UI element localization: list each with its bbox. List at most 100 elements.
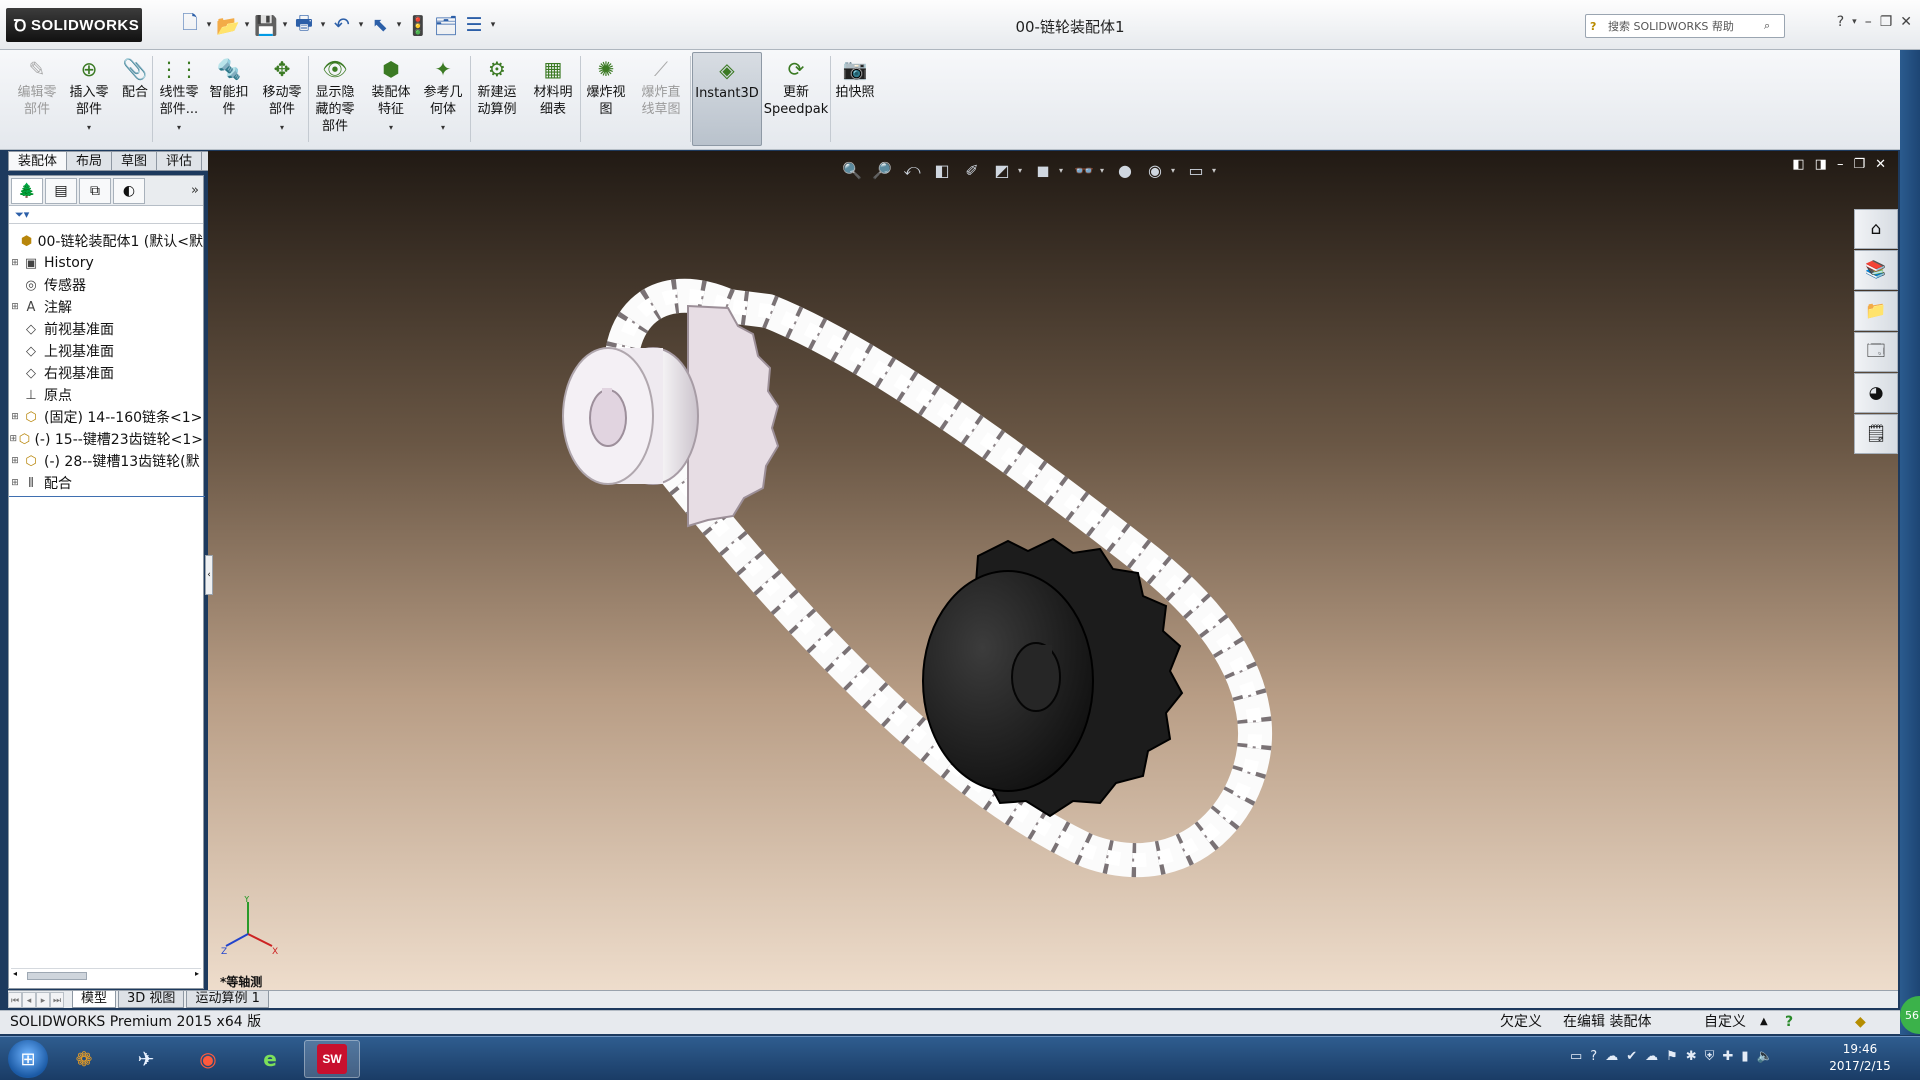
tray-icon[interactable]: ☁ — [1605, 1049, 1618, 1064]
tray-icon[interactable]: ⚑ — [1666, 1049, 1678, 1064]
viewport-close-icon[interactable]: ✕ — [1875, 157, 1886, 172]
expand-icon[interactable]: ⊞ — [9, 258, 21, 268]
panel-splitter[interactable]: ‹ — [205, 555, 213, 595]
chevron-down-icon[interactable]: ▾ — [280, 119, 284, 136]
display-manager-tab-icon[interactable]: ◐ — [113, 177, 145, 204]
tab-0[interactable]: 装配体 — [8, 151, 68, 171]
tray-icon[interactable]: ✱ — [1686, 1049, 1697, 1064]
first-tab-icon[interactable]: ⏮ — [8, 991, 22, 1008]
chevron-down-icon[interactable]: ▾ — [1212, 166, 1221, 175]
zoom-to-fit-icon[interactable]: 🔍 — [838, 157, 866, 183]
feature-tree-tab-icon[interactable]: 🌲 — [11, 177, 43, 204]
previous-view-icon[interactable]: ⤺ — [898, 157, 926, 183]
dynamic-annotation-icon[interactable]: ✐ — [958, 157, 986, 183]
expand-icon[interactable]: ⊞ — [9, 412, 21, 422]
file-explorer-icon[interactable]: 📁 — [1854, 291, 1898, 331]
configuration-manager-tab-icon[interactable]: ⧉ — [79, 177, 111, 204]
exploded-view-button[interactable]: ✺ 爆炸视 图 — [582, 52, 630, 146]
display-style-icon[interactable]: ◼ — [1029, 157, 1057, 183]
feature-tree-scrollbar[interactable]: ◂ ▸ — [11, 968, 201, 982]
undo-icon[interactable]: ↶ — [328, 11, 356, 39]
close-icon[interactable]: ✕ — [1900, 14, 1912, 30]
quick-tips-icon[interactable]: ? — [1785, 1011, 1793, 1033]
minimize-icon[interactable]: – — [1865, 14, 1872, 30]
view-orientation-icon[interactable]: ◩ — [988, 157, 1016, 183]
chevron-down-icon[interactable]: ▾ — [318, 20, 328, 30]
appearances-icon[interactable]: ◕ — [1854, 373, 1898, 413]
tray-icon[interactable]: ⛨ — [1705, 1049, 1715, 1064]
chevron-down-icon[interactable]: ▾ — [1100, 166, 1109, 175]
tree-rollback-bar[interactable] — [9, 496, 205, 497]
assembly-feature-button[interactable]: ⬢ 装配体 特征 ▾ — [366, 52, 416, 146]
hide-show-items-icon[interactable]: 👓 — [1070, 157, 1098, 183]
edit-component-button[interactable]: ✎ 编辑零 部件 — [14, 52, 60, 146]
resources-home-icon[interactable]: ⌂ — [1854, 209, 1898, 249]
chevron-down-icon[interactable]: ▾ — [1059, 166, 1068, 175]
chevron-down-icon[interactable]: ▾ — [1852, 17, 1857, 27]
section-view-icon[interactable]: ◧ — [928, 157, 956, 183]
chevron-down-icon[interactable]: ▾ — [356, 20, 366, 30]
move-component-button[interactable]: ✥ 移动零 部件 ▾ — [256, 52, 308, 146]
chevron-down-icon[interactable]: ▾ — [177, 119, 181, 136]
tile-left-icon[interactable]: ◧ — [1792, 157, 1804, 172]
solidworks-logo[interactable]: Ꝺ SOLIDWORKS — [6, 8, 142, 42]
chevron-down-icon[interactable]: ▾ — [242, 20, 252, 30]
view-palette-icon[interactable]: 🗔 — [1854, 332, 1898, 372]
tab-3[interactable]: 评估 — [157, 151, 203, 171]
custom-properties-icon[interactable]: 🗒 — [1854, 414, 1898, 454]
tab-1[interactable]: 布局 — [67, 151, 113, 171]
photos-app-icon[interactable]: ❁ — [56, 1040, 112, 1078]
browser-app-icon[interactable]: e — [242, 1040, 298, 1078]
help-icon[interactable]: ? — [1837, 14, 1844, 30]
restore-icon[interactable]: ❐ — [1880, 14, 1893, 30]
new-motion-study-button[interactable]: ⚙ 新建运 动算例 — [472, 52, 522, 146]
tree-node[interactable]: ⊞ ⫴ 配合 — [9, 472, 203, 494]
edit-appearance-icon[interactable]: ● — [1111, 157, 1139, 183]
tray-icon[interactable]: ▮ — [1741, 1049, 1748, 1064]
tile-right-icon[interactable]: ◨ — [1815, 157, 1827, 172]
model-tab-2[interactable]: 运动算例 1 — [186, 991, 269, 1008]
model-tab-1[interactable]: 3D 视图 — [118, 991, 185, 1008]
clock[interactable]: 19:46 2017/2/15 — [1810, 1041, 1910, 1075]
filter-icon[interactable]: ⏷▾ — [15, 208, 29, 221]
insert-component-button[interactable]: ⊕ 插入零 部件 ▾ — [64, 52, 114, 146]
expand-icon[interactable]: ⊞ — [9, 456, 21, 466]
tray-icon[interactable]: ☁ — [1645, 1049, 1658, 1064]
model-tab-0[interactable]: 模型 — [72, 991, 117, 1008]
chevron-down-icon[interactable]: ▾ — [394, 20, 404, 30]
tree-node[interactable]: ⊞ A 注解 — [9, 296, 203, 318]
chevron-down-icon[interactable]: ▾ — [1018, 166, 1027, 175]
unit-system[interactable]: 自定义 — [1704, 1011, 1746, 1033]
rebuild-traffic-light-icon[interactable]: 🚦 — [404, 11, 432, 39]
chevron-down-icon[interactable]: ▾ — [1171, 166, 1180, 175]
smart-fastener-button[interactable]: 🔩 智能扣 件 — [205, 52, 253, 146]
scroll-left-icon[interactable]: ◂ — [13, 969, 17, 978]
zoom-to-area-icon[interactable]: 🔎 — [868, 157, 896, 183]
tree-node[interactable]: ⊞ ⬡ (固定) 14--160链条<1> — [9, 406, 203, 428]
scrollbar-thumb[interactable] — [27, 972, 87, 980]
search-icon[interactable]: ⌕ — [1764, 19, 1780, 33]
chevron-down-icon[interactable]: ▾ — [204, 20, 214, 30]
chevron-down-icon[interactable]: ▾ — [488, 20, 498, 30]
instant3d-button[interactable]: ◈ Instant3D — [692, 52, 762, 146]
property-manager-tab-icon[interactable]: ▤ — [45, 177, 77, 204]
tree-node[interactable]: ⊞ ⬡ (-) 28--键槽13齿链轮(默 — [9, 450, 203, 472]
tree-node[interactable]: ⊥ 原点 — [9, 384, 203, 406]
print-icon[interactable]: 🖶 — [290, 11, 318, 39]
tree-node[interactable]: ◇ 右视基准面 — [9, 362, 203, 384]
save-icon[interactable]: 💾 — [252, 11, 280, 39]
tree-node[interactable]: ◇ 前视基准面 — [9, 318, 203, 340]
expand-icon[interactable]: ⊞ — [9, 478, 21, 488]
tray-icon[interactable]: ? — [1590, 1049, 1597, 1064]
tree-node[interactable]: ◇ 上视基准面 — [9, 340, 203, 362]
chevron-down-icon[interactable]: ▾ — [389, 119, 393, 136]
viewport-minimize-icon[interactable]: – — [1837, 157, 1844, 172]
large-sprocket-23-teeth[interactable] — [922, 537, 1184, 818]
solidworks-app-icon[interactable]: SW — [304, 1040, 360, 1078]
chevron-down-icon[interactable]: ▾ — [280, 20, 290, 30]
tray-icon[interactable]: 🔈 — [1757, 1049, 1773, 1064]
last-tab-icon[interactable]: ⏭ — [50, 991, 64, 1008]
expand-icon[interactable]: ⊞ — [9, 302, 21, 312]
feishu-app-icon[interactable]: ✈ — [118, 1040, 174, 1078]
help-search-input[interactable]: 搜索 SOLIDWORKS 帮助 — [1608, 18, 1764, 34]
